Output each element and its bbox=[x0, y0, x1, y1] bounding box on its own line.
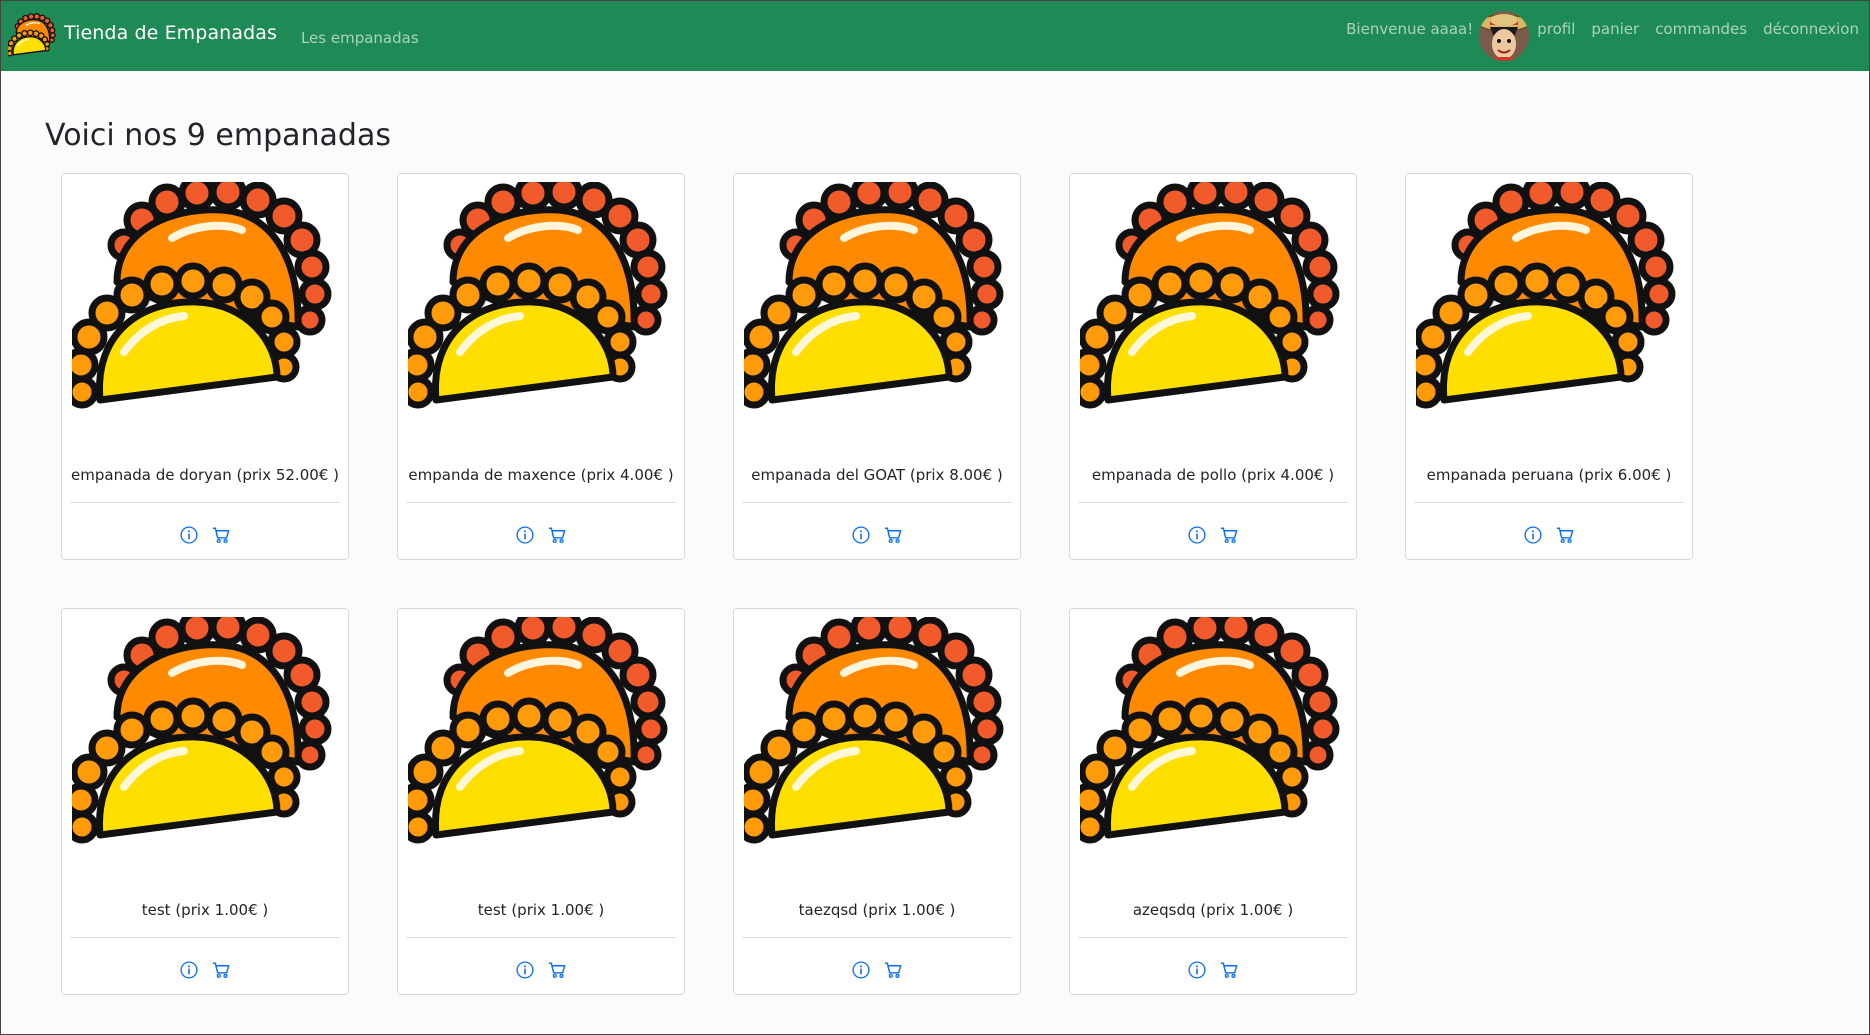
info-circle-icon[interactable] bbox=[180, 526, 198, 544]
product-title: test (prix 1.00€ ) bbox=[477, 901, 605, 919]
card-actions bbox=[734, 961, 1020, 979]
empanada-image bbox=[1080, 617, 1362, 849]
cart-icon[interactable] bbox=[884, 526, 902, 544]
cart-icon[interactable] bbox=[1556, 526, 1574, 544]
product-card: empanda de maxence (prix 4.00€ ) bbox=[397, 173, 685, 560]
cart-icon[interactable] bbox=[1220, 961, 1238, 979]
empanada-image bbox=[408, 182, 690, 414]
empanada-image bbox=[1080, 182, 1362, 414]
info-circle-icon[interactable] bbox=[516, 961, 534, 979]
card-actions bbox=[1406, 526, 1692, 544]
info-circle-icon[interactable] bbox=[516, 526, 534, 544]
empanada-logo-icon bbox=[8, 11, 60, 61]
info-circle-icon[interactable] bbox=[1524, 526, 1542, 544]
card-divider bbox=[742, 937, 1012, 938]
product-title: empanda de maxence (prix 4.00€ ) bbox=[408, 466, 674, 484]
welcome-text: Bienvenue aaaa! bbox=[1346, 19, 1474, 38]
avatar[interactable] bbox=[1479, 10, 1530, 61]
info-circle-icon[interactable] bbox=[1188, 526, 1206, 544]
info-circle-icon[interactable] bbox=[852, 526, 870, 544]
cart-icon[interactable] bbox=[1220, 526, 1238, 544]
nav-link-empanadas[interactable]: Les empanadas bbox=[301, 29, 419, 47]
empanada-image bbox=[1416, 182, 1698, 414]
info-circle-icon[interactable] bbox=[1188, 961, 1206, 979]
card-actions bbox=[398, 961, 684, 979]
card-divider bbox=[1078, 502, 1348, 503]
brand-title: Tienda de Empanadas bbox=[64, 21, 277, 44]
empanada-image bbox=[72, 182, 354, 414]
product-card: taezqsd (prix 1.00€ ) bbox=[733, 608, 1021, 995]
product-title: empanada del GOAT (prix 8.00€ ) bbox=[751, 466, 1003, 484]
product-card: azeqsdq (prix 1.00€ ) bbox=[1069, 608, 1357, 995]
card-divider bbox=[406, 937, 676, 938]
card-divider bbox=[1414, 502, 1684, 503]
cart-icon[interactable] bbox=[548, 526, 566, 544]
info-circle-icon[interactable] bbox=[852, 961, 870, 979]
empanada-image bbox=[72, 617, 354, 849]
card-actions bbox=[62, 526, 348, 544]
product-title: empanada peruana (prix 6.00€ ) bbox=[1426, 466, 1672, 484]
product-title: empanada de doryan (prix 52.00€ ) bbox=[71, 466, 339, 484]
cart-icon[interactable] bbox=[212, 526, 230, 544]
empanada-image bbox=[744, 617, 1026, 849]
user-avatar-icon bbox=[1479, 10, 1530, 61]
product-card: empanada peruana (prix 6.00€ ) bbox=[1405, 173, 1693, 560]
cart-icon[interactable] bbox=[212, 961, 230, 979]
card-actions bbox=[1070, 526, 1356, 544]
empanada-image bbox=[408, 617, 690, 849]
info-circle-icon[interactable] bbox=[180, 961, 198, 979]
card-divider bbox=[406, 502, 676, 503]
product-title: taezqsd (prix 1.00€ ) bbox=[798, 901, 956, 919]
cart-icon[interactable] bbox=[884, 961, 902, 979]
navbar-brand[interactable]: Tienda de Empanadas bbox=[8, 0, 277, 71]
card-divider bbox=[742, 502, 1012, 503]
page-title: Voici nos 9 empanadas bbox=[45, 118, 391, 153]
cart-icon[interactable] bbox=[548, 961, 566, 979]
nav-panier[interactable]: panier bbox=[1591, 20, 1639, 38]
navbar: Tienda de Empanadas Les empanadas Bienve… bbox=[0, 0, 1870, 71]
product-title: azeqsdq (prix 1.00€ ) bbox=[1132, 901, 1294, 919]
product-title: empanada de pollo (prix 4.00€ ) bbox=[1091, 466, 1335, 484]
nav-commandes[interactable]: commandes bbox=[1655, 20, 1747, 38]
navbar-right: Bienvenue aaaa! profil panier commandes … bbox=[1346, 0, 1870, 71]
product-card: empanada del GOAT (prix 8.00€ ) bbox=[733, 173, 1021, 560]
product-title: test (prix 1.00€ ) bbox=[141, 901, 269, 919]
card-actions bbox=[734, 526, 1020, 544]
nav-profil[interactable]: profil bbox=[1537, 20, 1575, 38]
product-card: test (prix 1.00€ ) bbox=[397, 608, 685, 995]
empanada-image bbox=[744, 182, 1026, 414]
product-card: empanada de pollo (prix 4.00€ ) bbox=[1069, 173, 1357, 560]
card-actions bbox=[62, 961, 348, 979]
card-divider bbox=[1078, 937, 1348, 938]
product-card: empanada de doryan (prix 52.00€ ) bbox=[61, 173, 349, 560]
product-card: test (prix 1.00€ ) bbox=[61, 608, 349, 995]
card-actions bbox=[1070, 961, 1356, 979]
nav-deconnexion[interactable]: déconnexion bbox=[1763, 20, 1859, 38]
card-actions bbox=[398, 526, 684, 544]
card-divider bbox=[70, 937, 340, 938]
card-divider bbox=[70, 502, 340, 503]
